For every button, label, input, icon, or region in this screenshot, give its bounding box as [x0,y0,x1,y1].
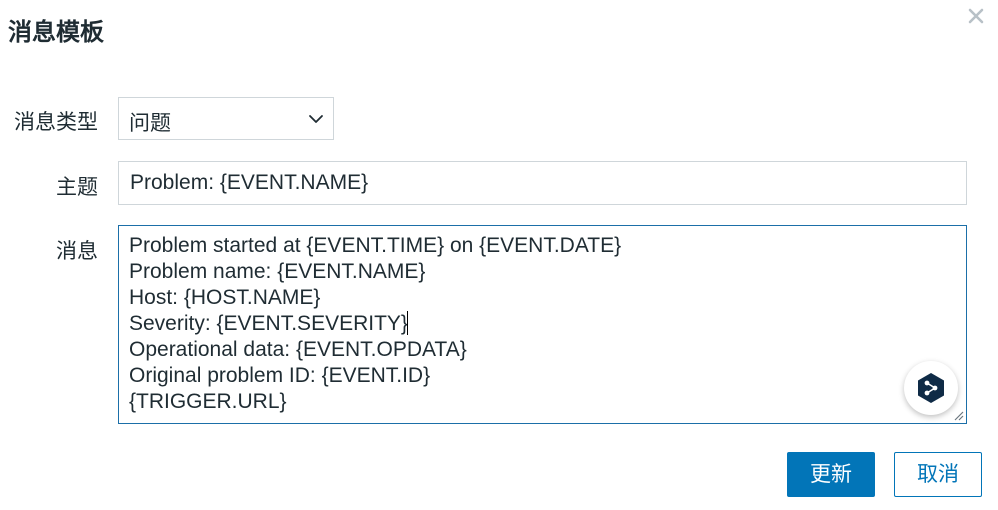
message-line-with-caret: Severity: {EVENT.SEVERITY} [129,311,956,337]
message-template-dialog: 消息模板 消息类型 问题 主题 Problem: {EVENT.NAME} 消息… [0,0,998,510]
translate-floating-button[interactable] [904,361,958,415]
chevron-down-icon [309,115,323,123]
message-line: {TRIGGER.URL} [129,390,287,413]
message-line: Host: {HOST.NAME} [129,286,321,309]
cancel-button[interactable]: 取消 [894,452,982,497]
message-type-label: 消息类型 [14,110,98,134]
message-line: Operational data: {EVENT.OPDATA} [129,338,467,361]
subject-label: 主题 [56,175,98,199]
message-type-value: 问题 [129,111,171,135]
message-line: Problem name: {EVENT.NAME} [129,260,426,283]
resize-handle-icon[interactable] [952,409,964,421]
close-icon [968,8,984,24]
message-line: Problem started at {EVENT.TIME} on {EVEN… [129,234,622,257]
deepl-translate-icon [918,373,944,403]
text-caret [406,311,408,335]
close-button[interactable] [962,2,990,30]
update-button[interactable]: 更新 [787,452,875,497]
message-line: Severity: {EVENT.SEVERITY} [129,312,408,335]
message-type-select[interactable]: 问题 [118,97,334,140]
dialog-title: 消息模板 [8,18,104,46]
message-line: Original problem ID: {EVENT.ID} [129,364,431,387]
message-textarea[interactable]: Problem started at {EVENT.TIME} on {EVEN… [118,225,967,424]
message-label: 消息 [56,239,98,263]
subject-input[interactable]: Problem: {EVENT.NAME} [118,161,967,205]
